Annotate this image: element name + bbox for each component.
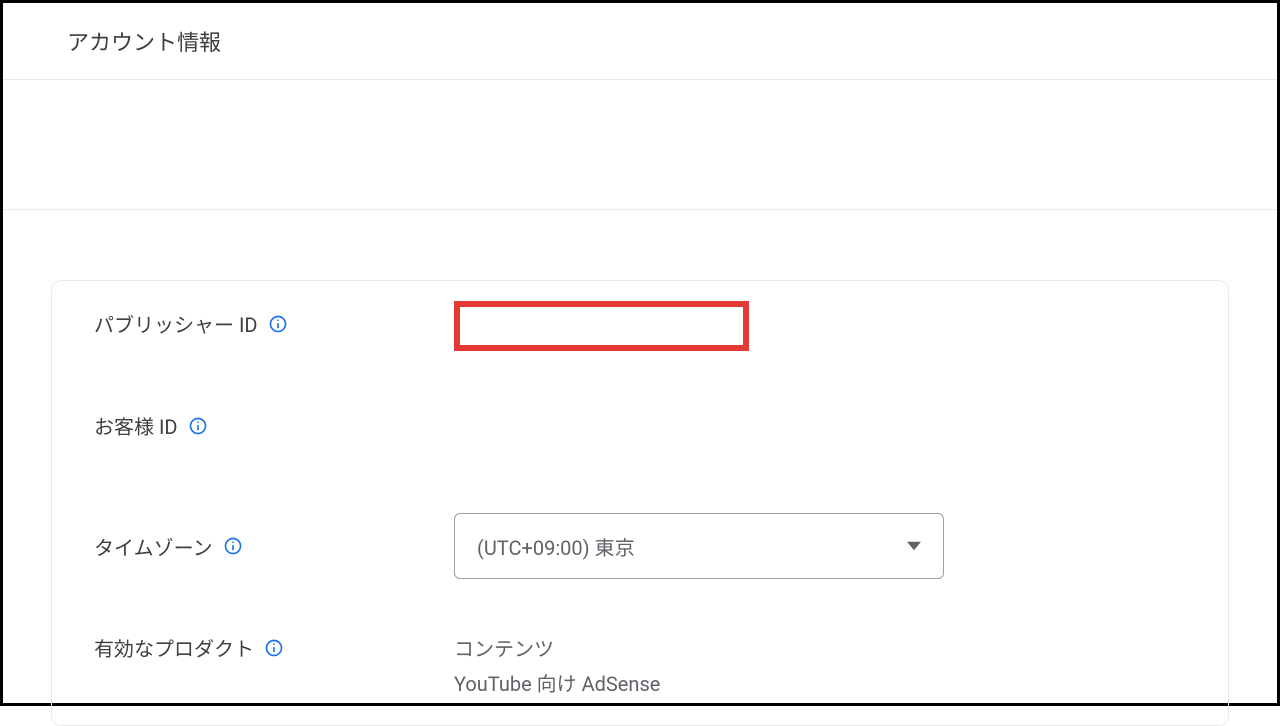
product-item: YouTube 向け AdSense	[454, 668, 1186, 697]
timezone-value-col: (UTC+09:00) 東京	[454, 513, 1186, 579]
timezone-label-group: タイムゾーン	[94, 532, 454, 561]
customer-id-label-group: お客様 ID	[94, 411, 454, 440]
content-area: パブリッシャー ID お客様 ID	[3, 210, 1277, 726]
info-icon[interactable]	[223, 536, 243, 556]
publisher-id-row: パブリッシャー ID	[94, 309, 1186, 357]
chevron-down-icon	[907, 539, 921, 553]
publisher-id-label: パブリッシャー ID	[94, 309, 258, 338]
info-icon[interactable]	[264, 638, 284, 658]
timezone-row: タイムゾーン (UTC+09:00) 東京	[94, 513, 1186, 579]
info-icon[interactable]	[188, 416, 208, 436]
publisher-id-label-group: パブリッシャー ID	[94, 309, 454, 338]
active-products-label-group: 有効なプロダクト	[94, 633, 454, 662]
page-header: アカウント情報	[3, 3, 1277, 80]
customer-id-label: お客様 ID	[94, 411, 178, 440]
active-products-label: 有効なプロダクト	[94, 633, 254, 662]
timezone-select-value: (UTC+09:00) 東京	[477, 532, 635, 561]
active-products-row: 有効なプロダクト コンテンツ YouTube 向け AdSense	[94, 633, 1186, 697]
publisher-id-value	[454, 309, 1186, 351]
publisher-id-redacted-highlight	[454, 301, 749, 351]
account-info-card: パブリッシャー ID お客様 ID	[51, 280, 1229, 726]
active-products-value: コンテンツ YouTube 向け AdSense	[454, 633, 1186, 697]
product-list: コンテンツ YouTube 向け AdSense	[454, 633, 1186, 697]
info-icon[interactable]	[268, 314, 288, 334]
timezone-select[interactable]: (UTC+09:00) 東京	[454, 513, 944, 579]
timezone-label: タイムゾーン	[94, 532, 213, 561]
page-title: アカウント情報	[67, 31, 221, 56]
product-item: コンテンツ	[454, 633, 1186, 662]
customer-id-row: お客様 ID	[94, 411, 1186, 459]
spacer-region	[3, 80, 1277, 210]
